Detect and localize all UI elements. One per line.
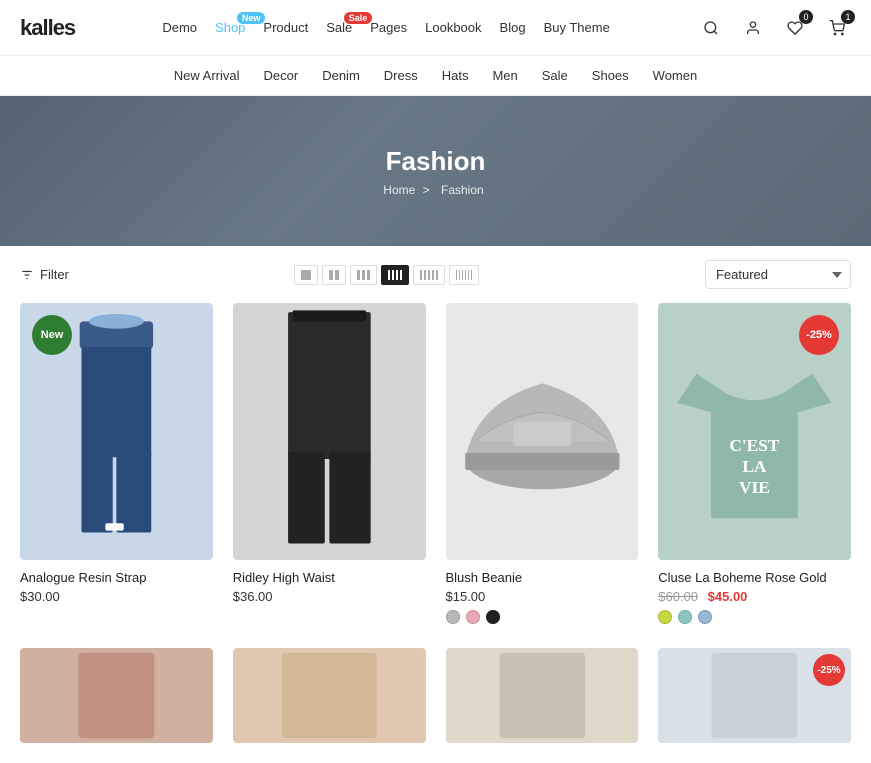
view-6col[interactable]: [449, 265, 479, 285]
sort-container: Featured Price: Low to High Price: High …: [705, 260, 851, 289]
nav-shop[interactable]: Shop New: [215, 20, 245, 35]
nav-pages[interactable]: Pages: [370, 20, 407, 35]
product-card[interactable]: Ridley High Waist $36.00: [233, 303, 426, 628]
nav-decor[interactable]: Decor: [264, 68, 299, 83]
product-price: $36.00: [233, 589, 426, 604]
price-sale: $45.00: [708, 589, 748, 604]
product-image-pants-black: [233, 303, 426, 560]
shop-badge: New: [237, 12, 266, 24]
wishlist-button[interactable]: 0: [781, 14, 809, 42]
product-price: $15.00: [446, 589, 639, 604]
nav-shoes[interactable]: Shoes: [592, 68, 629, 83]
header-icons: 0 1: [697, 14, 851, 42]
swatch[interactable]: [678, 610, 692, 624]
view-4col[interactable]: [381, 265, 409, 285]
main-nav: Demo Shop New Product Sale Sale Pages Lo…: [162, 20, 609, 35]
product-card[interactable]: [20, 648, 213, 743]
product-name: Ridley High Waist: [233, 570, 426, 585]
products-grid: New Analogue Resin Strap $30.00: [0, 303, 871, 648]
breadcrumb-current: Fashion: [441, 183, 484, 197]
svg-text:VIE: VIE: [739, 478, 770, 497]
color-swatches: [658, 610, 851, 624]
breadcrumb-home[interactable]: Home: [383, 183, 415, 197]
color-swatches: [446, 610, 639, 624]
product-price: $60.00 $45.00: [658, 589, 851, 604]
nav-hats[interactable]: Hats: [442, 68, 469, 83]
swatch[interactable]: [698, 610, 712, 624]
nav-new-arrival[interactable]: New Arrival: [174, 68, 240, 83]
badge-new: New: [32, 315, 72, 355]
swatch[interactable]: [466, 610, 480, 624]
view-3col[interactable]: [350, 265, 377, 285]
swatch[interactable]: [486, 610, 500, 624]
cart-count: 1: [841, 10, 855, 24]
product-card[interactable]: -25% C'EST LA VIE Cluse La Boheme Rose G…: [658, 303, 851, 628]
sale-badge: Sale: [344, 12, 373, 24]
product-card[interactable]: New Analogue Resin Strap $30.00: [20, 303, 213, 628]
view-1col[interactable]: [294, 265, 318, 285]
nav-sale[interactable]: Sale: [542, 68, 568, 83]
products-partial-row: -25%: [0, 648, 871, 763]
filter-label: Filter: [40, 267, 69, 282]
badge-discount: -25%: [799, 315, 839, 355]
product-price: $30.00: [20, 589, 213, 604]
account-icon: [745, 20, 761, 36]
product-card[interactable]: [446, 648, 639, 743]
toolbar: Filter: [0, 246, 871, 303]
search-button[interactable]: [697, 14, 725, 42]
secondary-nav: New Arrival Decor Denim Dress Hats Men S…: [0, 56, 871, 96]
product-name: Blush Beanie: [446, 570, 639, 585]
nav-buy-theme[interactable]: Buy Theme: [544, 20, 610, 35]
nav-dress[interactable]: Dress: [384, 68, 418, 83]
nav-women[interactable]: Women: [653, 68, 698, 83]
nav-men[interactable]: Men: [492, 68, 517, 83]
logo[interactable]: kalles: [20, 15, 75, 41]
product-name: Cluse La Boheme Rose Gold: [658, 570, 851, 585]
view-5col[interactable]: [413, 265, 445, 285]
view-2col[interactable]: [322, 265, 346, 285]
cart-button[interactable]: 1: [823, 14, 851, 42]
product-name: Analogue Resin Strap: [20, 570, 213, 585]
product-card[interactable]: -25%: [658, 648, 851, 743]
search-icon: [703, 20, 719, 36]
nav-lookbook[interactable]: Lookbook: [425, 20, 481, 35]
filter-button[interactable]: Filter: [20, 267, 69, 282]
product-image-beanie: [446, 303, 639, 560]
nav-product[interactable]: Product: [263, 20, 308, 35]
sort-select[interactable]: Featured Price: Low to High Price: High …: [705, 260, 851, 289]
product-card[interactable]: Blush Beanie $15.00: [446, 303, 639, 628]
nav-sale[interactable]: Sale Sale: [326, 20, 352, 35]
svg-text:C'EST: C'EST: [730, 436, 781, 455]
nav-blog[interactable]: Blog: [500, 20, 526, 35]
breadcrumb: Home > Fashion: [383, 183, 487, 197]
view-controls: [294, 265, 479, 285]
wishlist-count: 0: [799, 10, 813, 24]
hero-banner: Fashion Home > Fashion: [0, 96, 871, 246]
header: kalles Demo Shop New Product Sale Sale P…: [0, 0, 871, 56]
nav-demo[interactable]: Demo: [162, 20, 197, 35]
svg-text:LA: LA: [743, 457, 768, 476]
page-title: Fashion: [383, 146, 487, 177]
filter-icon: [20, 268, 34, 282]
swatch[interactable]: [446, 610, 460, 624]
price-original: $60.00: [658, 589, 698, 604]
product-card[interactable]: [233, 648, 426, 743]
nav-denim[interactable]: Denim: [322, 68, 360, 83]
breadcrumb-separator: >: [423, 183, 430, 197]
swatch[interactable]: [658, 610, 672, 624]
account-button[interactable]: [739, 14, 767, 42]
